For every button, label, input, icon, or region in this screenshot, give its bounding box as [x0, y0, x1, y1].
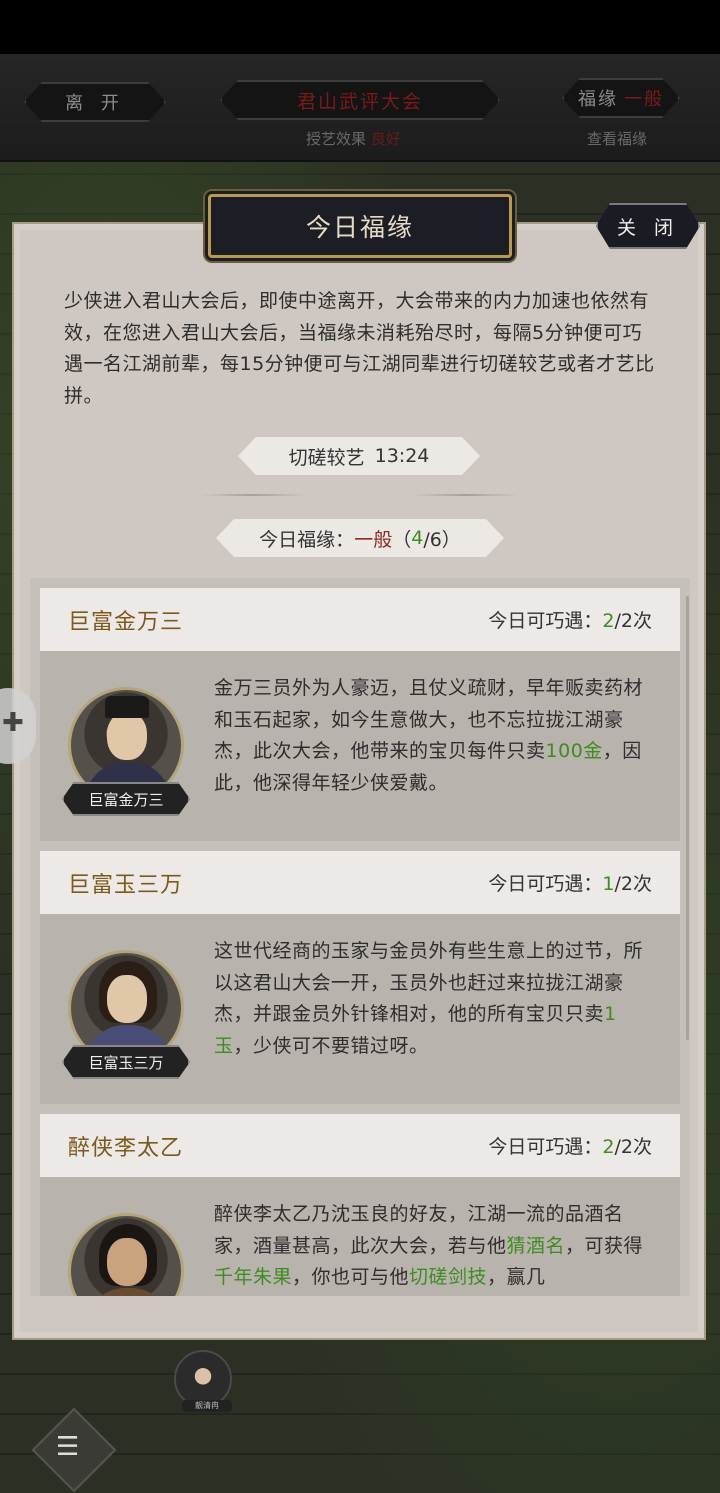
event-title-button[interactable]: 君山武评大会	[220, 80, 500, 120]
portrait-face	[107, 712, 147, 760]
panel-title: 今日福缘	[208, 194, 512, 258]
spar-timer: 切磋较艺 13:24	[238, 437, 480, 475]
fortune-button-label: 福缘	[578, 89, 618, 110]
leave-label: 离 开	[65, 93, 125, 114]
puzzle-icon: ✚	[2, 708, 24, 738]
card-name: 醉侠李太乙	[68, 1135, 184, 1161]
desc-highlight: 千年朱果	[214, 1266, 293, 1288]
card-description: 金万三员外为人豪迈，且仗义疏财，早年贩卖药材和玉石起家，如今生意做大，也不忘拉拢…	[214, 673, 648, 799]
today-fortune-rest: /6）	[423, 528, 461, 551]
teach-effect-label: 授艺效果	[306, 130, 367, 148]
teach-effect: 授艺效果 良好	[306, 128, 401, 149]
card-name: 巨富金万三	[68, 609, 184, 635]
npc-portrait[interactable]	[68, 1213, 184, 1296]
card-count-label: 今日可巧遇：	[488, 610, 603, 632]
card-body: 巨富玉三万 这世代经商的玉家与金员外有些生意上的过节，所以这君山大会一开，玉员外…	[40, 914, 680, 1104]
portrait-robe	[85, 1288, 171, 1296]
card-count-label: 今日可巧遇：	[488, 1136, 603, 1158]
player-avatar-label: 靓清冉	[182, 1400, 232, 1412]
desc-highlight: 切磋剑技	[409, 1266, 488, 1288]
intro-text: 少侠进入君山大会后，即使中途离开，大会带来的内力加速也依然有效，在您进入君山大会…	[64, 290, 655, 407]
portrait-hat	[105, 696, 149, 718]
teach-effect-value: 良好	[370, 130, 401, 148]
status-bar	[0, 0, 720, 54]
card-description: 醉侠李太乙乃沈玉良的好友，江湖一流的品酒名家，酒量甚高，此次大会，若与他猜酒名，…	[214, 1199, 648, 1294]
card-header: 巨富金万三 今日可巧遇：2/2次	[40, 588, 680, 651]
divider-right	[412, 494, 518, 496]
card-header: 巨富玉三万 今日可巧遇：1/2次	[40, 851, 680, 914]
card-count-current: 2	[602, 1136, 615, 1158]
npc-name-tag: 巨富金万三	[62, 782, 190, 816]
card-count-label: 今日可巧遇：	[488, 873, 603, 895]
card-body: 醉侠李太乙乃沈玉良的好友，江湖一流的品酒名家，酒量甚高，此次大会，若与他猜酒名，…	[40, 1177, 680, 1296]
spar-timer-value: 13:24	[374, 445, 430, 467]
npc-name-tag: 巨富玉三万	[62, 1045, 190, 1079]
spar-timer-label: 切磋较艺	[288, 446, 365, 469]
card-header: 醉侠李太乙 今日可巧遇：2/2次	[40, 1114, 680, 1177]
desc-part: ，赢几	[487, 1266, 546, 1288]
desc-part: ，少侠可不要错过呀。	[233, 1034, 429, 1057]
desc-part: ，你也可与他	[292, 1266, 410, 1288]
card-count: 今日可巧遇：1/2次	[488, 869, 652, 896]
card-count-rest: /2次	[614, 1136, 653, 1158]
divider-left	[200, 494, 306, 496]
view-fortune-link[interactable]: 查看福缘	[587, 128, 647, 149]
card-count-rest: /2次	[614, 873, 653, 895]
card-count-current: 1	[602, 873, 615, 895]
today-fortune-open: （	[392, 528, 412, 551]
leave-button[interactable]: 离 开	[24, 82, 166, 122]
desc-highlight: 100金	[545, 740, 603, 762]
today-fortune-current: 4	[411, 527, 424, 549]
card-description: 这世代经商的玉家与金员外有些生意上的过节，所以这君山大会一开，玉员外也赶过来拉拢…	[214, 936, 648, 1062]
card-count: 今日可巧遇：2/2次	[488, 606, 652, 633]
card-count-current: 2	[602, 610, 615, 632]
chat-icon: ☰	[56, 1432, 80, 1462]
event-title: 君山武评大会	[296, 90, 423, 113]
list-scrollbar[interactable]	[686, 596, 689, 1040]
card-name: 巨富玉三万	[68, 872, 184, 898]
encounter-list[interactable]: 巨富金万三 今日可巧遇：2/2次 巨富金万三 金万三员外为人豪迈，且仗义疏财，早…	[30, 578, 690, 1296]
fortune-button-value: 一般	[624, 89, 664, 110]
card-count: 今日可巧遇：2/2次	[488, 1132, 652, 1159]
card-count-rest: /2次	[614, 610, 653, 632]
desc-part: 这世代经商的玉家与金员外有些生意上的过节，所以这君山大会一开，玉员外也赶过来拉拢…	[214, 940, 644, 1025]
close-button[interactable]: 关 闭	[596, 203, 700, 249]
today-fortune-label: 今日福缘：	[259, 528, 355, 551]
fortune-button[interactable]: 福缘 一般	[562, 78, 680, 118]
close-label: 关 闭	[616, 216, 680, 239]
today-fortune-level: 一般	[354, 528, 393, 551]
portrait-face	[107, 975, 147, 1023]
today-fortune: 今日福缘： 一般（4/6）	[216, 519, 504, 557]
card-body: 巨富金万三 金万三员外为人豪迈，且仗义疏财，早年贩卖药材和玉石起家，如今生意做大…	[40, 651, 680, 841]
portrait-face	[107, 1238, 147, 1286]
desc-highlight: 猜酒名	[506, 1234, 566, 1257]
desc-part: ，可获得	[565, 1234, 644, 1257]
